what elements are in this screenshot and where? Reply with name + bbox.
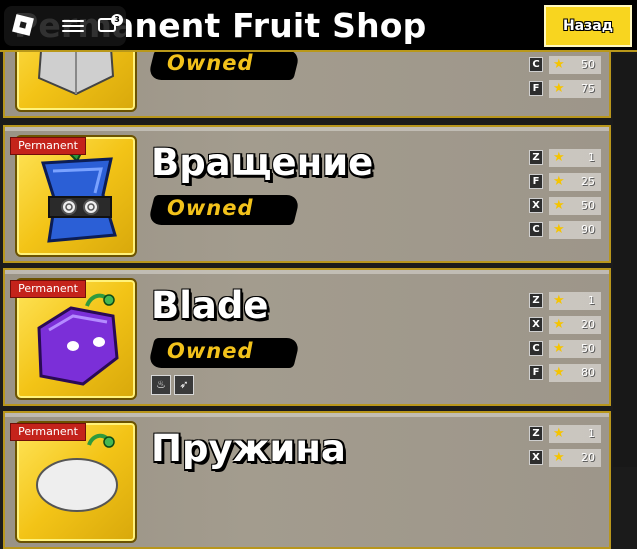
- scrollbar[interactable]: [613, 54, 637, 467]
- move-level-value: 20: [581, 318, 595, 331]
- permanent-badge: Permanent: [10, 423, 86, 441]
- move-level: ★ 50: [549, 197, 601, 215]
- star-icon: ★: [553, 365, 565, 380]
- owned-tag: Owned: [147, 193, 301, 227]
- star-icon: ★: [553, 317, 565, 332]
- move-level-value: 75: [581, 82, 595, 95]
- move-entry: Z ★ 1: [529, 425, 607, 443]
- move-key: Z: [529, 293, 543, 308]
- move-level: ★ 50: [549, 340, 601, 358]
- move-key: F: [529, 174, 543, 189]
- move-key: C: [529, 57, 543, 72]
- star-icon: ★: [553, 450, 565, 465]
- permanent-badge: Permanent: [10, 137, 86, 155]
- move-level: ★ 1: [549, 292, 601, 310]
- move-level: ★ 80: [549, 364, 601, 382]
- move-level: ★ 20: [549, 449, 601, 467]
- move-level-value: 1: [588, 427, 595, 440]
- roblox-logo-icon[interactable]: [12, 14, 34, 36]
- move-list: Z ★ 1 F ★ 25 X ★ 50 C ★ 90: [529, 149, 607, 245]
- move-entry: X ★ 20: [529, 449, 607, 467]
- owned-tag: Owned: [147, 48, 301, 82]
- star-icon: ★: [553, 198, 565, 213]
- fruit-name: Вращение: [151, 141, 374, 184]
- move-level-value: 25: [581, 175, 595, 188]
- fruit-list: Owned C ★ 50 F ★ 75 Permanent Вращение O…: [0, 0, 637, 549]
- move-key: X: [529, 317, 543, 332]
- move-entry: Z ★ 1: [529, 292, 607, 310]
- star-icon: ★: [553, 426, 565, 441]
- move-entry: X ★ 20: [529, 316, 607, 334]
- owned-tag: Owned: [147, 336, 301, 370]
- move-entry: X ★ 50: [529, 197, 607, 215]
- move-level-value: 50: [581, 342, 595, 355]
- move-level: ★ 20: [549, 316, 601, 334]
- move-key: F: [529, 365, 543, 380]
- fruit-icon: [37, 293, 119, 386]
- permanent-badge: Permanent: [10, 280, 86, 298]
- move-level: ★ 75: [549, 80, 601, 98]
- move-list: Z ★ 1 X ★ 20: [529, 425, 607, 473]
- star-icon: ★: [553, 150, 565, 165]
- move-level-value: 20: [581, 451, 595, 464]
- notification-badge: 3: [111, 14, 123, 26]
- fruit-icon: [40, 143, 117, 243]
- move-level-value: 1: [588, 294, 595, 307]
- move-entry: C ★ 90: [529, 221, 607, 239]
- move-level-value: 50: [581, 199, 595, 212]
- move-key: F: [529, 81, 543, 96]
- move-level-value: 1: [588, 151, 595, 164]
- move-level: ★ 1: [549, 149, 601, 167]
- move-entry: C ★ 50: [529, 340, 607, 358]
- shop-header: Permanent Fruit Shop 3 Назад: [0, 0, 637, 52]
- move-entry: F ★ 75: [529, 80, 607, 98]
- move-level: ★ 50: [549, 56, 601, 74]
- move-level: ★ 1: [549, 425, 601, 443]
- star-icon: ★: [553, 222, 565, 237]
- back-button[interactable]: Назад: [544, 5, 632, 47]
- star-icon: ★: [553, 341, 565, 356]
- row-highlight: [5, 270, 609, 274]
- owned-label: Owned: [167, 339, 254, 363]
- fruit-row[interactable]: Permanent Blade Owned ♨ ➶ Z ★ 1 X ★ 20 C ★ 5…: [3, 268, 611, 406]
- move-level-value: 80: [581, 366, 595, 379]
- flame-icon: ♨: [151, 375, 171, 395]
- move-level: ★ 25: [549, 173, 601, 191]
- star-icon: ★: [553, 81, 565, 96]
- move-level-value: 90: [581, 223, 595, 236]
- star-icon: ★: [553, 293, 565, 308]
- fruit-name: Пружина: [151, 427, 346, 470]
- move-key: Z: [529, 150, 543, 165]
- move-entry: F ★ 25: [529, 173, 607, 191]
- fruit-name: Blade: [151, 284, 269, 327]
- owned-label: Owned: [167, 51, 254, 75]
- move-level-value: 50: [581, 58, 595, 71]
- roblox-menu[interactable]: 3: [4, 6, 126, 46]
- move-list: Z ★ 1 X ★ 20 C ★ 50 F ★ 80: [529, 292, 607, 388]
- move-list: C ★ 50 F ★ 75: [529, 56, 607, 104]
- move-level: ★ 90: [549, 221, 601, 239]
- fruit-icon: [36, 433, 118, 512]
- move-key: X: [529, 198, 543, 213]
- owned-label: Owned: [167, 196, 254, 220]
- move-key: C: [529, 222, 543, 237]
- fruit-row[interactable]: Permanent Пружина Z ★ 1 X ★ 20: [3, 411, 611, 549]
- ability-badges: ♨ ➶: [151, 373, 197, 395]
- hamburger-icon[interactable]: [62, 17, 84, 35]
- star-icon: ★: [553, 57, 565, 72]
- fruit-row[interactable]: Permanent Вращение Owned Z ★ 1 F ★ 25 X ★ 5…: [3, 125, 611, 263]
- move-entry: Z ★ 1: [529, 149, 607, 167]
- row-highlight: [5, 127, 609, 131]
- move-entry: C ★ 50: [529, 56, 607, 74]
- feather-icon: ➶: [174, 375, 194, 395]
- star-icon: ★: [553, 174, 565, 189]
- move-entry: F ★ 80: [529, 364, 607, 382]
- row-highlight: [5, 413, 609, 417]
- move-key: Z: [529, 426, 543, 441]
- move-key: X: [529, 450, 543, 465]
- move-key: C: [529, 341, 543, 356]
